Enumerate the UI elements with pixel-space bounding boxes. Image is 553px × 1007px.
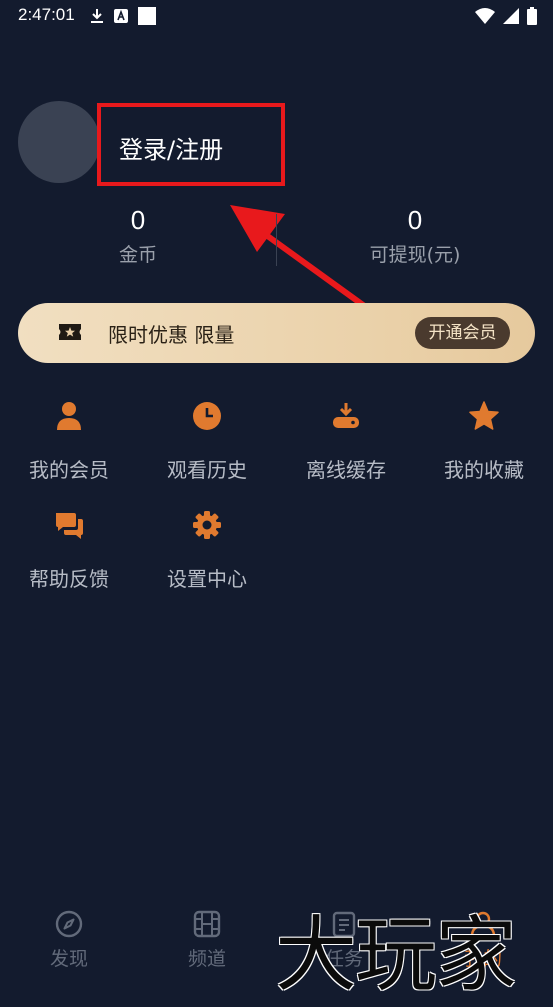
open-vip-button[interactable]: 开通会员 — [415, 317, 510, 349]
avatar[interactable] — [18, 101, 100, 183]
coins-stat[interactable]: 0 金币 — [88, 205, 188, 267]
tab-label: 发现 — [49, 948, 88, 970]
wifi-icon — [475, 8, 495, 24]
chat-icon — [56, 513, 83, 539]
gear-icon — [193, 511, 221, 539]
grid-label: 我的会员 — [29, 458, 109, 482]
offline-cache-item[interactable]: 离线缓存 — [286, 396, 406, 483]
help-feedback-item[interactable]: 帮助反馈 — [9, 505, 129, 592]
status-icons-right — [475, 7, 537, 25]
status-time: 2:47:01 — [18, 5, 75, 24]
signal-icon — [503, 8, 519, 24]
tab-label: 任务 — [324, 948, 363, 970]
tab-tasks[interactable]: 任务 — [304, 910, 384, 971]
grid-label: 我的收藏 — [444, 458, 524, 482]
battery-icon — [527, 7, 537, 25]
login-register-link[interactable]: 登录/注册 — [119, 130, 223, 165]
a-icon — [114, 9, 128, 23]
withdrawable-label: 可提现(元) — [369, 244, 461, 266]
ticket-star-icon — [59, 324, 81, 340]
task-icon — [332, 911, 356, 938]
film-icon — [193, 910, 221, 938]
vip-promo-text: 限时优惠 限量 — [108, 323, 235, 347]
bottom-tab-bar: 发现 频道 任务 我的 — [0, 892, 553, 984]
grid-label: 观看历史 — [167, 458, 247, 482]
download-cache-icon — [333, 403, 359, 428]
tab-discover[interactable]: 发现 — [29, 910, 109, 971]
tab-channels[interactable]: 频道 — [167, 910, 247, 971]
watch-history-item[interactable]: 观看历史 — [147, 396, 267, 483]
my-membership-item[interactable]: 我的会员 — [9, 396, 129, 483]
tab-label: 我的 — [463, 948, 502, 970]
stats-divider — [276, 214, 277, 266]
grid-label: 帮助反馈 — [29, 567, 109, 591]
star-icon — [469, 401, 499, 430]
compass-icon — [55, 910, 83, 938]
clock-icon — [193, 402, 221, 430]
square-icon — [138, 7, 156, 25]
profile-icon — [470, 911, 496, 937]
settings-center-item[interactable]: 设置中心 — [147, 505, 267, 592]
status-icons-left — [90, 7, 156, 25]
user-icon — [57, 402, 81, 430]
withdrawable-stat[interactable]: 0 可提现(元) — [350, 205, 480, 267]
grid-label: 离线缓存 — [306, 458, 386, 482]
my-favorites-item[interactable]: 我的收藏 — [424, 396, 544, 483]
coins-value: 0 — [130, 205, 146, 235]
vip-banner[interactable]: 限时优惠 限量 开通会员 — [18, 303, 535, 363]
tab-label: 频道 — [187, 948, 226, 970]
coins-label: 金币 — [118, 244, 157, 266]
download-icon — [91, 9, 103, 23]
tab-mine[interactable]: 我的 — [443, 910, 523, 971]
status-bar: 2:47:01 — [0, 0, 553, 32]
withdrawable-value: 0 — [407, 205, 423, 235]
grid-label: 设置中心 — [167, 567, 247, 591]
